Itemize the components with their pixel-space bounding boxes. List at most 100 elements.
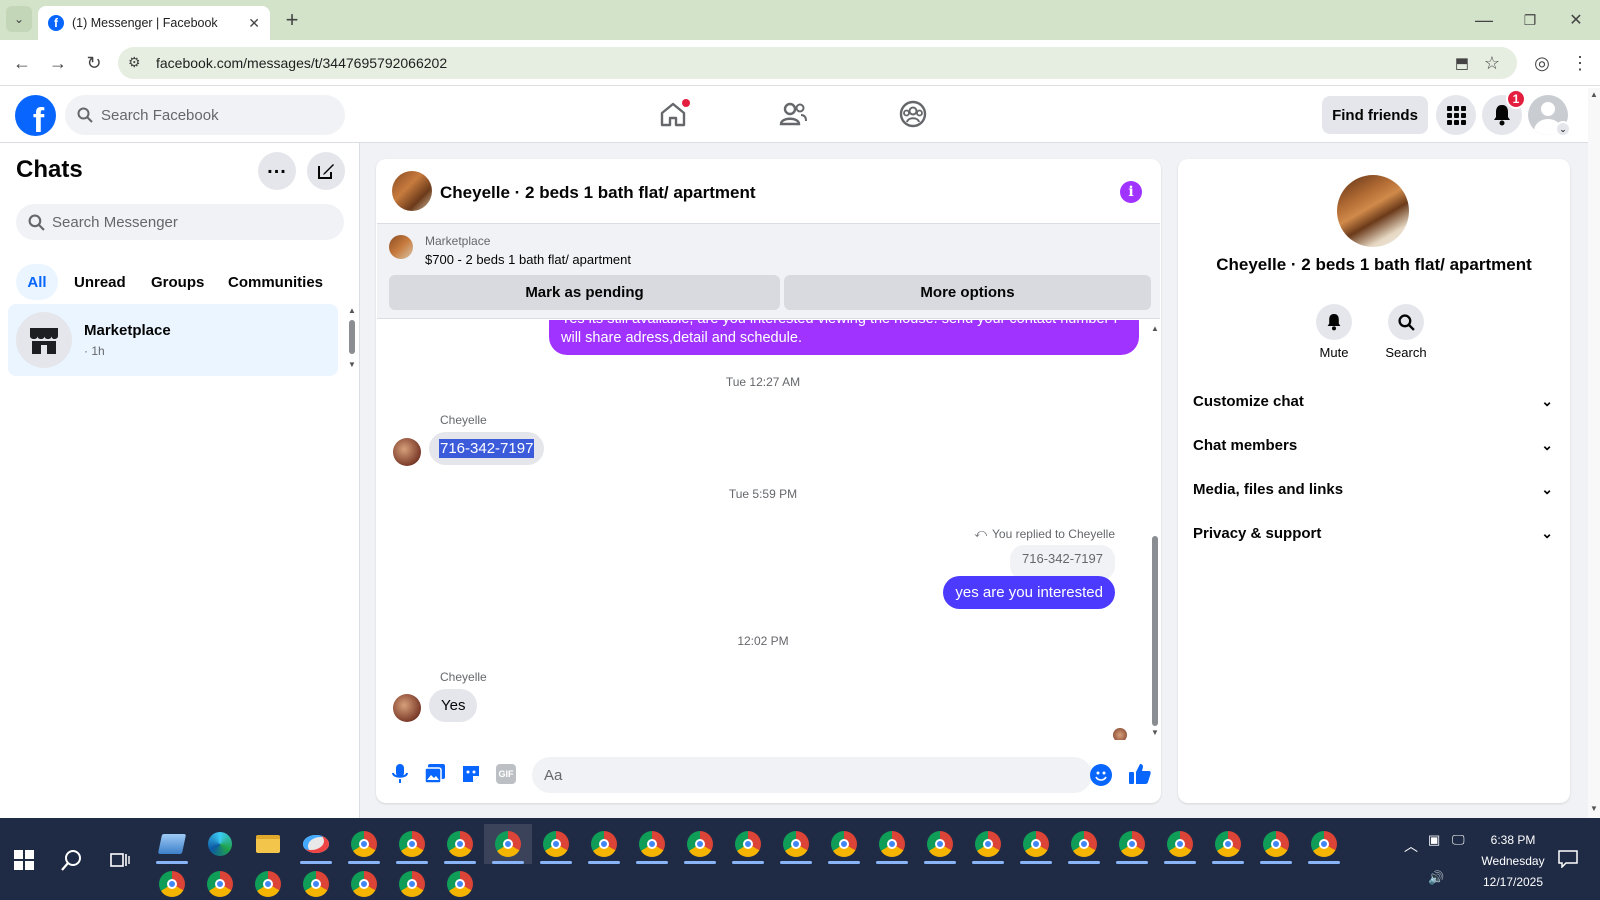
facebook-search-input[interactable]: Search Facebook — [65, 95, 345, 135]
chrome-icon[interactable] — [292, 864, 340, 900]
photo-icon[interactable] — [425, 764, 445, 784]
address-bar[interactable]: ⚙ facebook.com/messages/t/34476957920662… — [118, 47, 1517, 79]
thread-scrollbar[interactable]: ▲ ▼ — [1150, 324, 1160, 740]
like-thumb-icon[interactable] — [1128, 762, 1152, 786]
folder-icon[interactable] — [244, 824, 292, 864]
back-icon[interactable]: ← — [8, 49, 36, 77]
site-info-icon[interactable]: ⚙ — [128, 54, 141, 71]
incoming-message-bubble[interactable]: 716-342-7197 — [429, 432, 545, 465]
chrome-icon[interactable] — [484, 824, 532, 864]
sticker-icon[interactable] — [461, 764, 481, 784]
volume-icon[interactable]: 🔊 — [1428, 870, 1444, 886]
chrome-icon[interactable] — [1204, 824, 1252, 864]
install-app-icon[interactable]: ⬒ — [1448, 49, 1476, 77]
chrome-icon[interactable] — [868, 824, 916, 864]
filter-all[interactable]: All — [16, 264, 58, 300]
chrome-icon[interactable] — [1156, 824, 1204, 864]
edge-icon[interactable] — [196, 824, 244, 864]
chrome-icon[interactable] — [964, 824, 1012, 864]
groups-icon[interactable] — [898, 99, 928, 129]
chats-scrollbar[interactable]: ▲ ▼ — [348, 306, 356, 370]
notifications-icon[interactable] — [1558, 850, 1578, 868]
windows-start-icon[interactable] — [0, 840, 48, 880]
reload-icon[interactable]: ↻ — [80, 49, 108, 77]
close-tab-icon[interactable]: ✕ — [248, 15, 260, 32]
chrome-icon[interactable] — [1252, 824, 1300, 864]
listing-avatar[interactable] — [392, 171, 432, 211]
minimize-icon[interactable]: — — [1470, 6, 1498, 34]
customize-chat-section[interactable]: Customize chat ⌄ — [1193, 381, 1553, 421]
forward-icon[interactable]: → — [44, 49, 72, 77]
network-icon[interactable]: 🖵 — [1452, 832, 1465, 848]
task-view-icon[interactable] — [96, 840, 144, 880]
chrome-icon[interactable] — [820, 824, 868, 864]
chrome-icon[interactable] — [388, 824, 436, 864]
meet-now-icon[interactable]: ▣ — [1428, 832, 1440, 848]
menu-grid-icon[interactable] — [1436, 95, 1476, 135]
friends-icon[interactable] — [778, 99, 808, 129]
chrome-icon[interactable] — [532, 824, 580, 864]
home-icon[interactable] — [658, 99, 690, 129]
chrome-icon[interactable] — [1108, 824, 1156, 864]
chrome-icon[interactable] — [580, 824, 628, 864]
my-reply-bubble[interactable]: yes are you interested — [943, 576, 1115, 609]
chrome-icon[interactable] — [724, 824, 772, 864]
conversation-item-marketplace[interactable]: Marketplace · 1h — [8, 304, 338, 376]
outgoing-message-bubble[interactable]: Yes its still available, are you interes… — [549, 320, 1139, 355]
chat-members-section[interactable]: Chat members ⌄ — [1193, 425, 1553, 465]
new-message-icon[interactable] — [307, 152, 345, 190]
find-friends-button[interactable]: Find friends — [1322, 96, 1428, 134]
bookmark-star-icon[interactable]: ☆ — [1478, 49, 1506, 77]
chrome-icon[interactable] — [340, 824, 388, 864]
chrome-icon[interactable] — [436, 864, 484, 900]
restore-icon[interactable]: ❐ — [1516, 6, 1544, 34]
quoted-message[interactable]: 716-342-7197 — [1010, 545, 1115, 580]
chrome-icon[interactable] — [244, 864, 292, 900]
chrome-icon[interactable] — [148, 864, 196, 900]
clock[interactable]: 6:38 PM Wednesday 12/17/2025 — [1468, 830, 1558, 893]
paint-icon[interactable] — [292, 824, 340, 864]
profile-icon[interactable]: ◎ — [1528, 49, 1556, 77]
chrome-icon[interactable] — [676, 824, 724, 864]
tab-search-icon[interactable]: ⌄ — [6, 6, 32, 32]
sender-avatar[interactable] — [393, 694, 421, 722]
browser-menu-icon[interactable]: ⋮ — [1566, 49, 1594, 77]
chrome-icon[interactable] — [772, 824, 820, 864]
chrome-icon[interactable] — [1012, 824, 1060, 864]
show-hidden-icons-chevron-icon[interactable]: ︿ — [1404, 836, 1418, 856]
chrome-icon[interactable] — [1060, 824, 1108, 864]
more-options-icon[interactable]: ... — [258, 152, 296, 190]
incoming-message-bubble[interactable]: Yes — [429, 689, 478, 722]
page-scrollbar[interactable]: ▲ ▼ — [1588, 88, 1600, 818]
close-window-icon[interactable]: ✕ — [1562, 6, 1590, 34]
facebook-logo-icon[interactable]: f — [15, 95, 56, 136]
filter-unread[interactable]: Unread — [62, 264, 138, 300]
more-options-button[interactable]: More options — [784, 275, 1151, 310]
gif-icon[interactable]: GIF — [496, 764, 516, 784]
message-input[interactable]: Aa — [532, 757, 1092, 793]
mute-bell-icon[interactable] — [1316, 304, 1352, 340]
account-chevron-icon[interactable]: ⌄ — [1555, 121, 1571, 137]
media-files-links-section[interactable]: Media, files and links ⌄ — [1193, 469, 1553, 509]
chrome-icon[interactable] — [388, 864, 436, 900]
new-tab-icon[interactable]: + — [278, 6, 306, 34]
filter-groups[interactable]: Groups — [139, 264, 216, 300]
browser-tab[interactable]: f (1) Messenger | Facebook ✕ — [38, 6, 270, 40]
filter-communities[interactable]: Communities — [216, 264, 335, 300]
chrome-icon[interactable] — [916, 824, 964, 864]
search-icon[interactable] — [48, 840, 96, 880]
chrome-icon[interactable] — [628, 824, 676, 864]
messenger-search-input[interactable]: Search Messenger — [16, 204, 344, 240]
search-in-chat-icon[interactable] — [1388, 304, 1424, 340]
privacy-support-section[interactable]: Privacy & support ⌄ — [1193, 513, 1553, 553]
chrome-icon[interactable] — [436, 824, 484, 864]
chrome-icon[interactable] — [196, 864, 244, 900]
microphone-icon[interactable] — [392, 764, 408, 784]
info-icon[interactable]: i — [1120, 181, 1142, 203]
file-manager-icon[interactable] — [148, 824, 196, 864]
thread-title[interactable]: Cheyelle · 2 beds 1 bath flat/ apartment — [440, 183, 756, 203]
sender-avatar[interactable] — [393, 438, 421, 466]
mark-as-pending-button[interactable]: Mark as pending — [389, 275, 780, 310]
chrome-icon[interactable] — [1300, 824, 1348, 864]
chrome-icon[interactable] — [340, 864, 388, 900]
